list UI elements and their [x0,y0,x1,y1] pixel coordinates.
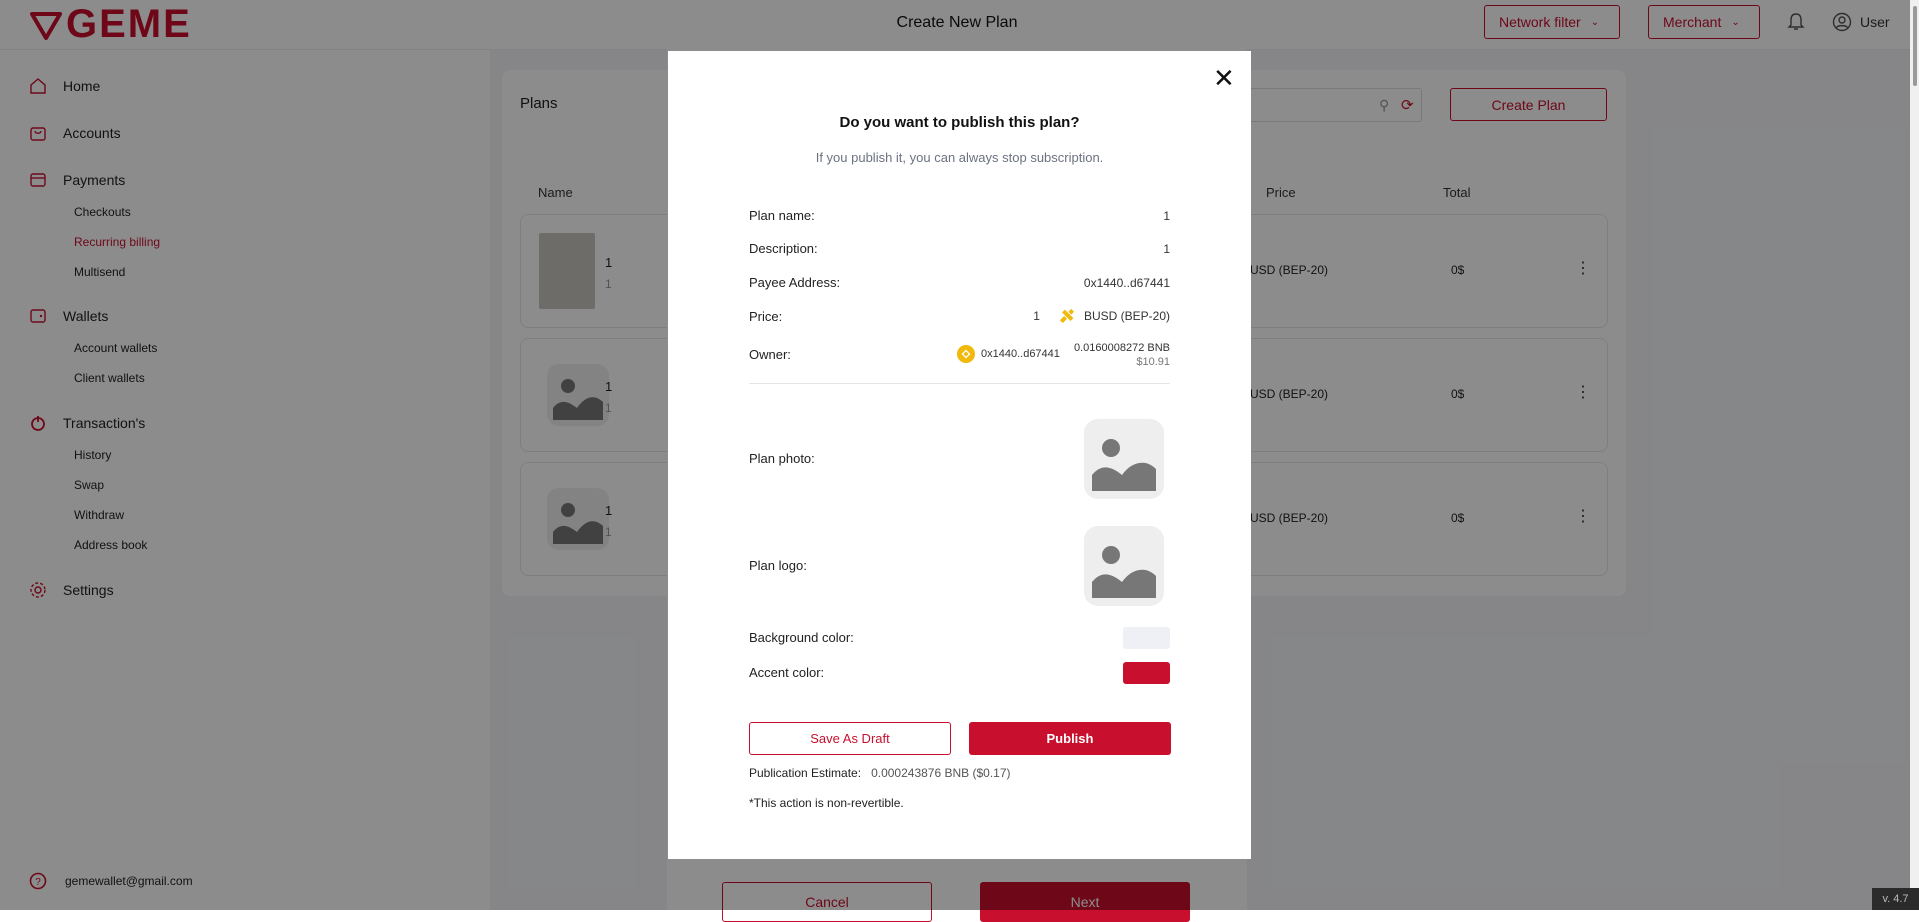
owner-label: Owner: [749,347,791,362]
owner-address-text: 0x1440..d67441 [981,348,1060,360]
owner-balance: 0.0160008272 BNB $10.91 [1074,341,1170,369]
divider [749,383,1170,384]
plan-logo-label: Plan logo: [749,558,807,573]
publish-dialog: ✕ Do you want to publish this plan? If y… [668,51,1251,859]
owner-balance-bnb: 0.0160008272 BNB [1073,342,1170,354]
price-amount: 1 [1033,309,1040,323]
plan-name-value: 1 [1163,209,1170,223]
estimate-label: Publication Estimate: [749,766,862,780]
description-value: 1 [1163,242,1170,256]
background-color-swatch[interactable] [1123,627,1170,649]
accent-color-swatch[interactable] [1123,662,1170,684]
price-label: Price: [749,309,783,324]
background-color-label: Background color: [749,630,854,645]
dialog-title: Do you want to publish this plan? [839,114,1080,131]
accent-color-label: Accent color: [749,665,825,680]
payee-address-label: Payee Address: [749,275,841,290]
price-value: 1 BUSD (BEP-20) [1033,307,1170,325]
non-revertible-note: *This action is non-revertible. [749,796,904,810]
owner-balance-usd: $10.91 [1136,356,1170,368]
plan-photo-preview-icon[interactable] [1084,419,1164,499]
save-as-draft-button[interactable]: Save As Draft [749,722,951,755]
price-currency: BUSD (BEP-20) [1083,309,1170,323]
busd-icon [1059,308,1075,324]
bnb-icon [957,345,975,363]
dialog-subtitle: If you publish it, you can always stop s… [815,150,1104,165]
description-label: Description: [749,241,818,256]
estimate-value: 0.000243876 BNB ($0.17) [871,766,1011,780]
scrollbar-track[interactable] [1910,0,1919,910]
payee-address-value: 0x1440..d67441 [1083,276,1170,290]
version-badge: v. 4.7 [1872,888,1919,910]
close-icon[interactable]: ✕ [1213,65,1235,91]
plan-photo-label: Plan photo: [749,451,815,466]
publication-estimate: Publication Estimate: 0.000243876 BNB ($… [749,766,1011,780]
scrollbar-thumb[interactable] [1913,6,1917,86]
publish-button[interactable]: Publish [969,722,1171,755]
owner-address[interactable]: 0x1440..d67441 [957,345,1060,363]
plan-name-label: Plan name: [749,208,815,223]
plan-logo-preview-icon[interactable] [1084,526,1164,606]
